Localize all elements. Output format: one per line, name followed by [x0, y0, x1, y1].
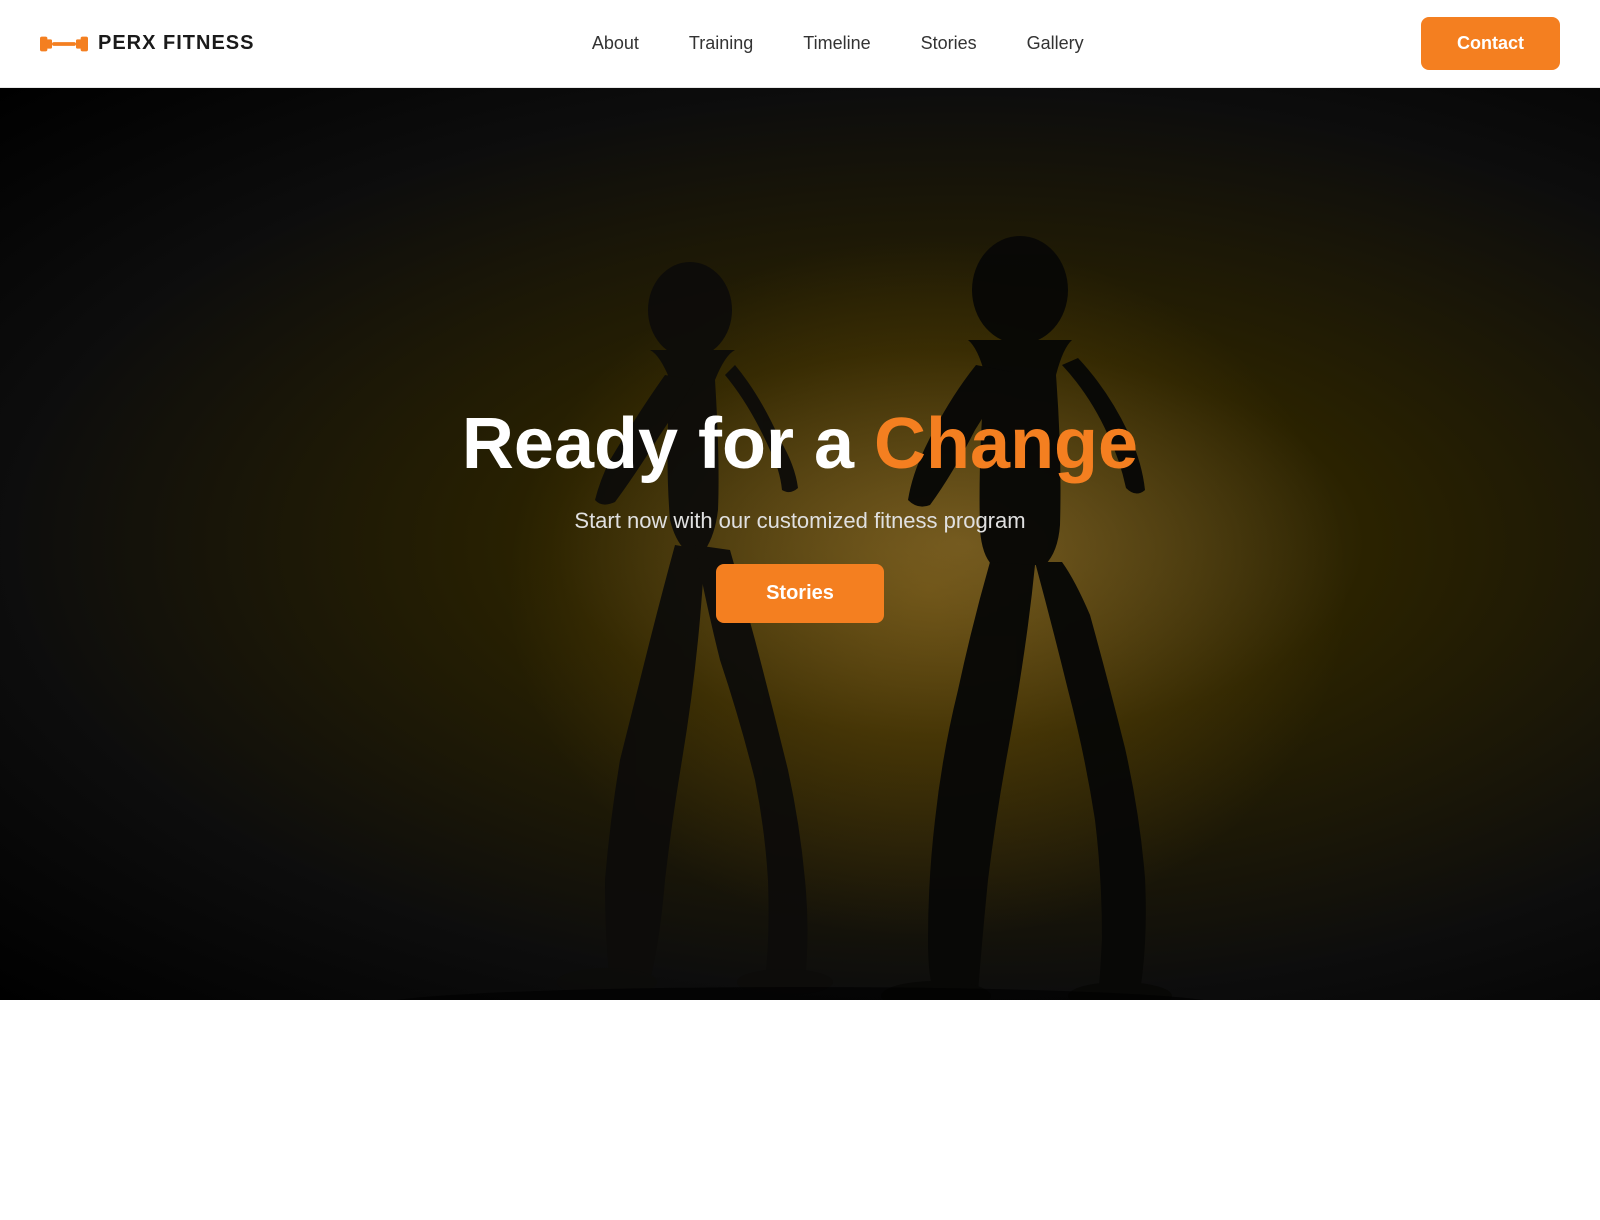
nav-training[interactable]: Training: [689, 33, 753, 53]
nav-about[interactable]: About: [592, 33, 639, 53]
contact-button[interactable]: Contact: [1421, 17, 1560, 70]
hero-subtitle: Start now with our customized fitness pr…: [574, 508, 1025, 534]
hero-cta-button[interactable]: Stories: [716, 564, 884, 623]
hero-title-text: Ready for a: [462, 404, 874, 484]
brand-logo-link[interactable]: PERX FITNESS: [40, 29, 254, 59]
hero-content: Ready for a Change Start now with our cu…: [462, 405, 1138, 623]
below-hero-section: [0, 1000, 1600, 1220]
hero-section: Ready for a Change Start now with our cu…: [0, 88, 1600, 1000]
nav-timeline[interactable]: Timeline: [803, 33, 870, 53]
nav-links: About Training Timeline Stories Gallery: [592, 33, 1084, 54]
nav-gallery[interactable]: Gallery: [1027, 33, 1084, 53]
nav-stories[interactable]: Stories: [921, 33, 977, 53]
navbar: PERX FITNESS About Training Timeline Sto…: [0, 0, 1600, 88]
hero-title: Ready for a Change: [462, 405, 1138, 484]
brand-name: PERX FITNESS: [98, 32, 254, 55]
hero-title-accent: Change: [874, 404, 1138, 484]
dumbbell-icon: [40, 29, 88, 59]
